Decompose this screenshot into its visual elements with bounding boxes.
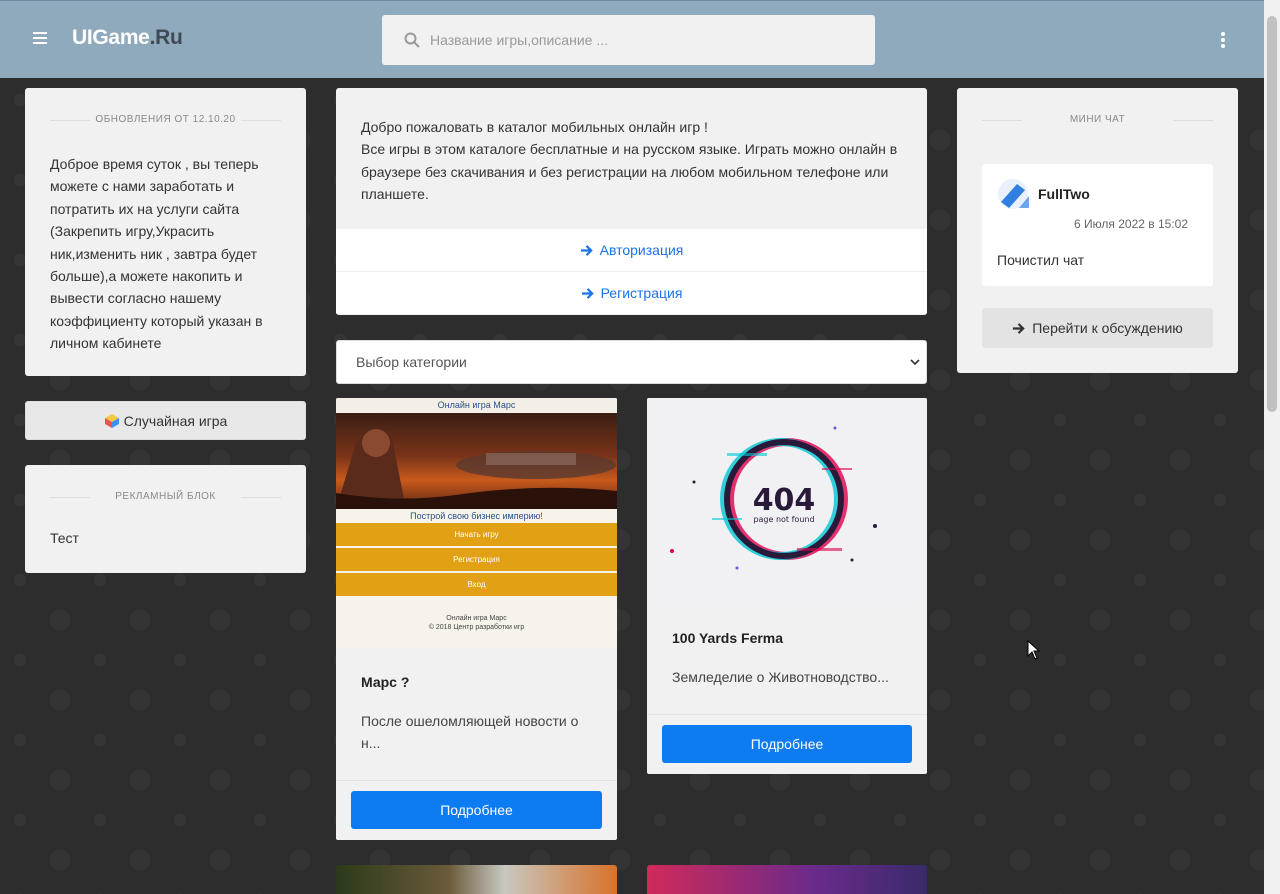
thumb-login-button: Вход (336, 573, 617, 596)
register-label: Регистрация (600, 285, 683, 301)
updates-text: Доброе время суток , вы теперь можете с … (50, 156, 263, 352)
thumb-footer-line-2: © 2018 Центр разработки игр (428, 624, 525, 631)
error-code-text: 404 (753, 483, 816, 518)
ads-text: Тест (50, 530, 79, 546)
category-select[interactable]: Выбор категории (336, 340, 927, 384)
ads-panel: Рекламный блок Тест (25, 465, 306, 573)
mini-chat-panel: Мини чат FullTwo 6 Июля 2022 в 15:02 Поч… (957, 88, 1238, 373)
arrow-right-icon (581, 287, 594, 299)
game-title[interactable]: Марс ? (361, 674, 409, 690)
thumb-start-button: Начать игру (336, 523, 617, 546)
avatar[interactable] (997, 178, 1029, 210)
welcome-line-1: Добро пожаловать в каталог мобильных онл… (361, 119, 708, 135)
login-label: Авторизация (599, 242, 684, 258)
search-box (382, 15, 875, 65)
login-link[interactable]: Авторизация (336, 228, 927, 271)
updates-title: Обновления от 12.10.20 (50, 114, 281, 125)
details-button[interactable]: Подробнее (351, 791, 602, 829)
chat-timestamp: 6 Июля 2022 в 15:02 (1074, 217, 1188, 231)
welcome-line-2: Все игры в этом каталоге бесплатные и на… (361, 141, 898, 203)
welcome-panel: Добро пожаловать в каталог мобильных онл… (336, 88, 927, 315)
page-scrollbar[interactable] (1264, 0, 1280, 894)
chat-message-text: Почистил чат (997, 252, 1085, 268)
register-link[interactable]: Регистрация (336, 271, 927, 314)
logo-main: UIGame (72, 26, 150, 49)
go-to-discussion-label: Перейти к обсуждению (1032, 320, 1183, 336)
game-card-mars: Онлайн игра Марс Построй свою бизнес имп… (336, 398, 617, 840)
logo-tld: .Ru (149, 26, 183, 49)
header-bar: UIGame.Ru (0, 0, 1264, 78)
game-title[interactable]: 100 Yards Ferma (672, 630, 783, 646)
category-select-value: Выбор категории (356, 354, 467, 370)
thumb-footer-line-1: Онлайн игра Марс (446, 615, 507, 622)
site-logo[interactable]: UIGame.Ru (72, 26, 183, 50)
mars-scene-image (336, 413, 617, 509)
arrow-right-icon (580, 244, 593, 256)
game-card-footer: Подробнее (336, 780, 617, 840)
details-button[interactable]: Подробнее (662, 725, 912, 763)
cube-icon (104, 413, 119, 428)
thumb-footer: Онлайн игра Марс © 2018 Центр разработки… (336, 598, 617, 632)
game-thumbnail[interactable]: 404 page not found (647, 398, 927, 605)
page-not-found-image: 404 page not found (670, 426, 877, 570)
search-icon (404, 32, 420, 48)
game-thumbnail[interactable]: Онлайн игра Марс Построй свою бизнес имп… (336, 398, 617, 648)
thumb-tagline: Построй свою бизнес империю! (410, 511, 543, 521)
game-description: Земледелие о Животноводство... (672, 669, 889, 685)
thumb-top-label: Онлайн игра Марс (336, 398, 617, 413)
more-options-icon[interactable] (1219, 32, 1227, 48)
chat-username[interactable]: FullTwo (1038, 186, 1090, 202)
thumb-register-button: Регистрация (336, 548, 617, 571)
error-caption-text: page not found (753, 515, 814, 524)
arrow-right-icon (1013, 322, 1025, 334)
chat-message: FullTwo 6 Июля 2022 в 15:02 Почистил чат (982, 164, 1213, 286)
random-game-button[interactable]: Случайная игра (25, 401, 306, 440)
game-description: После ошеломляющей новости о н... (361, 713, 579, 752)
game-card-100-yards-ferma: 404 page not found 100 Yards Ferma Земле… (647, 398, 927, 774)
game-thumbnail-partial[interactable] (336, 865, 617, 894)
game-card-footer: Подробнее (647, 714, 927, 774)
updates-panel: Обновления от 12.10.20 Доброе время суто… (25, 88, 306, 376)
welcome-text: Добро пожаловать в каталог мобильных онл… (336, 88, 927, 228)
mouse-cursor-icon (1027, 640, 1041, 660)
random-game-label: Случайная игра (123, 412, 228, 429)
go-to-discussion-button[interactable]: Перейти к обсуждению (982, 308, 1213, 348)
hamburger-menu-icon[interactable] (33, 32, 47, 46)
search-input[interactable] (430, 15, 860, 65)
chevron-down-icon (910, 359, 920, 366)
ads-title: Рекламный блок (50, 491, 281, 502)
chat-title: Мини чат (982, 114, 1213, 125)
scrollbar-thumb[interactable] (1267, 16, 1277, 412)
game-thumbnail-partial[interactable] (647, 865, 927, 894)
